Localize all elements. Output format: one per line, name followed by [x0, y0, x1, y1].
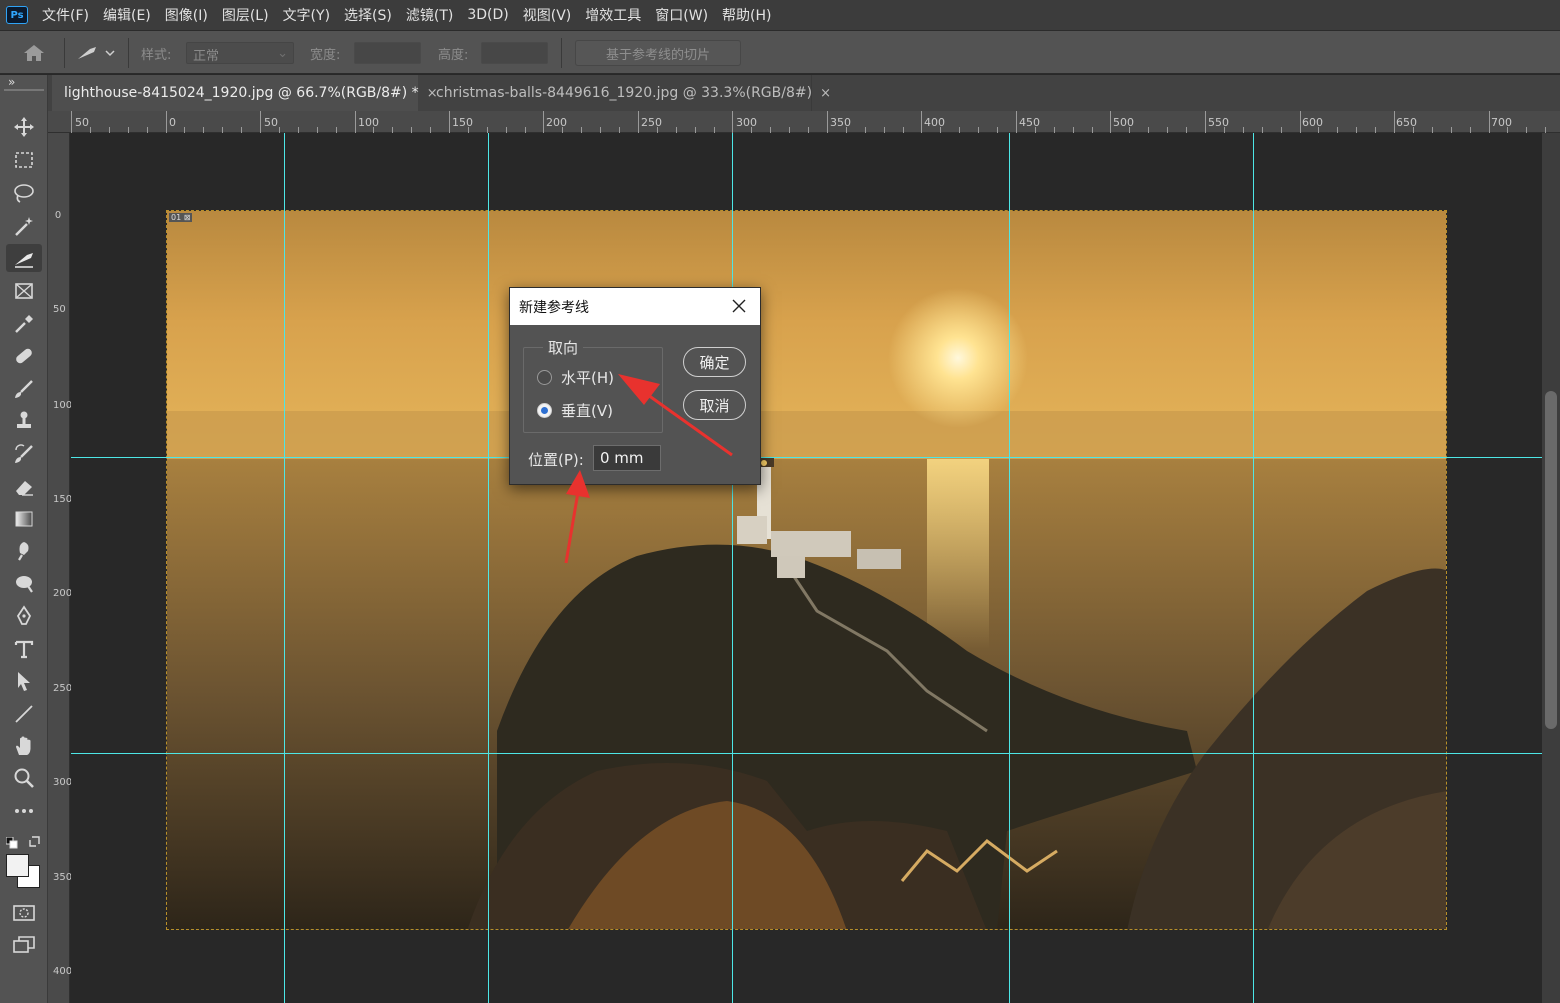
arrowhead-icon	[566, 470, 590, 498]
arrow-to-position-label	[564, 491, 580, 564]
arrow-to-horizontal-option	[647, 393, 733, 457]
annotation-arrows	[564, 374, 733, 564]
